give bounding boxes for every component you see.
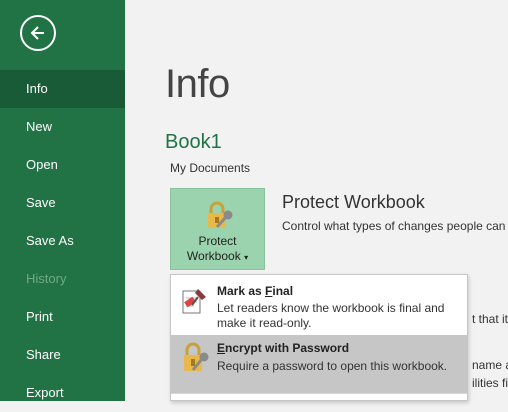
menu-divider [171,393,467,394]
chevron-down-icon: ▾ [244,253,249,262]
back-arrow-icon [30,26,44,40]
protect-workbook-label: Protect Workbook ▾ [186,234,249,263]
page-title: Info [165,62,230,106]
nav-item-info[interactable]: Info [0,70,125,108]
protect-workbook-button[interactable]: Protect Workbook ▾ [170,188,265,270]
nav-item-share[interactable]: Share [0,336,125,374]
nav-item-open[interactable]: Open [0,146,125,184]
mark-final-icon [182,289,206,314]
background-text-fragment: ilities fi [472,376,508,390]
nav-item-history: History [26,271,67,286]
menu-item-encrypt-with-password[interactable]: Encrypt with Password Require a password… [171,335,467,393]
nav-item-new[interactable]: New [0,108,125,146]
nav-item-export[interactable]: Export [0,374,125,412]
nav-item-print[interactable]: Print [0,298,125,336]
nav-item-save[interactable]: Save [0,184,125,222]
menu-item-description: Require a password to open this workbook… [217,359,448,373]
nav-item-save-as[interactable]: Save As [0,222,125,260]
menu-item-title: Encrypt with Password [217,341,350,355]
backstage-nav: Info New Open Save Save As History Print… [0,70,125,412]
lock-key-icon [184,342,209,371]
background-text-fragment: t that it [472,312,508,326]
lock-key-icon [208,201,233,228]
menu-item-mark-as-final[interactable]: Mark as Final Let readers know the workb… [171,275,467,335]
menu-item-description: Let readers know the workbook is final a… [217,301,445,330]
protect-section-title: Protect Workbook [282,192,425,212]
protect-workbook-menu: Mark as Final Let readers know the workb… [170,274,468,401]
workbook-location: My Documents [170,161,251,175]
workbook-name: Book1 [165,131,222,153]
background-text-fragment: name a [472,358,508,372]
back-button[interactable] [20,15,56,51]
protect-section-description: Control what types of changes people can [282,219,506,233]
backstage-sidebar: Info New Open Save Save As History Print… [0,0,125,401]
menu-item-title: Mark as Final [217,284,294,298]
